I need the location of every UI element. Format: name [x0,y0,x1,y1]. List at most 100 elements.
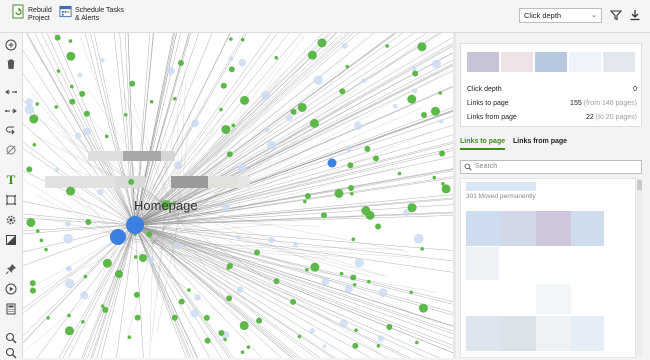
links-list[interactable]: 301 Moved permanently [460,178,636,358]
graph-node[interactable] [66,187,75,196]
schedule-tasks-button[interactable]: Schedule Tasks & Alerts [59,4,124,23]
graph-node[interactable] [54,105,58,109]
graph-node[interactable] [298,335,302,339]
graph-node[interactable] [364,146,370,152]
graph-node[interactable] [84,111,90,117]
graph-node[interactable] [367,280,371,284]
graph-node[interactable] [44,248,48,252]
zoom-in-button[interactable] [4,38,18,52]
graph-node[interactable] [25,105,35,115]
graph-node[interactable] [124,113,128,117]
graph-node[interactable] [219,108,223,112]
graph-node[interactable] [187,288,191,292]
graph-node[interactable] [191,120,199,128]
graph-node[interactable] [134,292,140,298]
graph-node[interactable] [328,159,337,168]
graph-node[interactable] [221,83,227,89]
graph-node[interactable] [340,319,348,327]
graph-node[interactable] [190,309,198,317]
search-input[interactable]: Search [460,160,642,174]
graph-node[interactable] [241,350,245,354]
graph-node[interactable] [83,128,91,136]
graph-node[interactable] [63,234,73,244]
zoom-button[interactable] [4,331,18,345]
graph-node[interactable] [205,338,211,344]
graph-node[interactable] [305,193,311,199]
tab-links-to-page[interactable]: Links to page [460,138,505,150]
graph-node[interactable] [439,119,443,123]
graph-node[interactable] [103,259,112,268]
hide-button[interactable] [4,143,18,157]
graph-node[interactable] [55,35,61,41]
graph-node[interactable] [173,97,177,101]
list-item-url-blurred[interactable] [466,182,536,191]
graph-node[interactable] [54,168,59,173]
graph-node[interactable] [139,254,147,262]
graph-node[interactable] [97,189,103,195]
graph-node[interactable] [314,76,323,85]
rebuild-project-button[interactable]: Rebuild Project [12,4,52,23]
graph-node[interactable] [174,161,182,169]
graph-node[interactable] [221,125,230,134]
graph-node[interactable] [80,291,88,299]
graph-node[interactable] [81,320,85,324]
settings-button[interactable] [4,213,18,227]
graph-node[interactable] [70,85,74,89]
graph-node[interactable] [267,141,276,150]
graph-node[interactable] [173,242,180,249]
graph-node[interactable] [432,60,441,69]
download-icon[interactable] [629,9,641,21]
graph-node[interactable] [409,290,413,294]
graph-node[interactable] [419,304,428,313]
homepage-node[interactable] [126,216,144,234]
graph-node[interactable] [408,203,417,212]
graph-node[interactable] [334,189,343,198]
graph-node[interactable] [322,344,326,348]
graph-node[interactable] [150,100,154,104]
graph-node[interactable] [36,229,40,233]
graph-node[interactable] [66,266,72,272]
graph-node[interactable] [261,91,270,100]
graph-node[interactable] [417,42,426,51]
graph-node[interactable] [385,44,389,48]
graph-node[interactable] [268,237,275,244]
graph-node[interactable] [147,256,154,263]
graph-node[interactable] [345,285,353,293]
graph-node[interactable] [179,299,185,305]
redirect-button[interactable] [4,123,18,137]
graph-node[interactable] [172,315,178,321]
graph-svg[interactable]: Homepage [23,33,453,358]
graph-node[interactable] [291,109,297,115]
graph-node[interactable] [290,299,296,305]
graph-node[interactable] [386,324,392,330]
calculator-button[interactable] [4,302,18,316]
graph-node[interactable] [286,115,293,122]
mode-select[interactable]: Click depth ⌄ [519,8,602,23]
graph-node[interactable] [238,164,247,173]
graph-node[interactable] [65,326,74,335]
graph-node[interactable] [69,99,75,105]
graph-node[interactable] [310,263,319,272]
graph-node[interactable] [421,112,427,118]
graph-node[interactable] [350,275,356,281]
graph-node[interactable] [227,263,233,269]
graph-node[interactable] [346,146,352,152]
graph-node[interactable] [398,172,402,176]
graph-node[interactable] [415,341,419,345]
graph-node[interactable] [67,314,71,318]
graph-node[interactable] [128,335,132,339]
graph-node[interactable] [240,321,249,330]
graph-node[interactable] [303,200,307,204]
graph-node[interactable] [373,155,379,161]
outgoing-links-button[interactable] [4,104,18,118]
graph-node[interactable] [414,234,424,244]
graph-node-large[interactable] [110,229,126,245]
graph-node[interactable] [352,343,358,349]
graph-node[interactable] [439,151,445,157]
graph-node[interactable] [29,114,38,123]
graph-node[interactable] [226,295,232,301]
graph-node[interactable] [438,91,442,95]
graph-node[interactable] [33,143,37,147]
graph-node[interactable] [254,249,260,255]
graph-node[interactable] [237,286,244,293]
